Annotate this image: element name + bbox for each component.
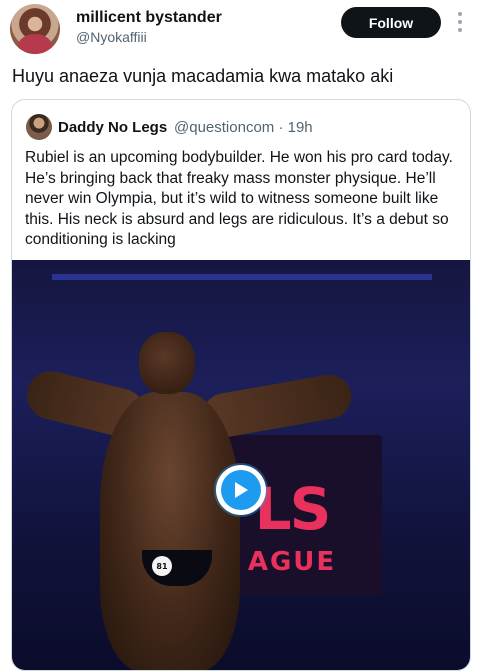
quoted-author-avatar[interactable] [26,114,52,140]
video-player[interactable]: LS AGUE 81 [12,260,470,670]
author-handle[interactable]: @Nyokaffiii [76,29,147,45]
play-button[interactable] [216,465,266,515]
stage-light [52,274,432,280]
author-name[interactable]: millicent bystander [76,9,222,27]
more-vertical-icon[interactable] [454,11,466,33]
bodybuilder-torso [100,392,240,670]
quoted-tweet-body: Rubiel is an upcoming bodybuilder. He wo… [25,149,453,248]
quoted-tweet[interactable]: Daddy No Legs @questioncom · 19h Rubiel … [11,99,471,671]
play-icon [221,470,261,510]
follow-button[interactable]: Follow [341,7,441,38]
tweet-text: Huyu anaeza vunja macadamia kwa matako a… [12,66,394,86]
bodybuilder-head [139,332,195,394]
profile-avatar[interactable] [10,4,60,54]
competitor-number-badge: 81 [152,556,172,576]
quoted-author-handle-time: @questioncom · 19h [174,119,313,136]
tweet-header: millicent bystander @Nyokaffiii Follow [0,0,486,60]
quoted-author-name[interactable]: Daddy No Legs [58,119,167,136]
